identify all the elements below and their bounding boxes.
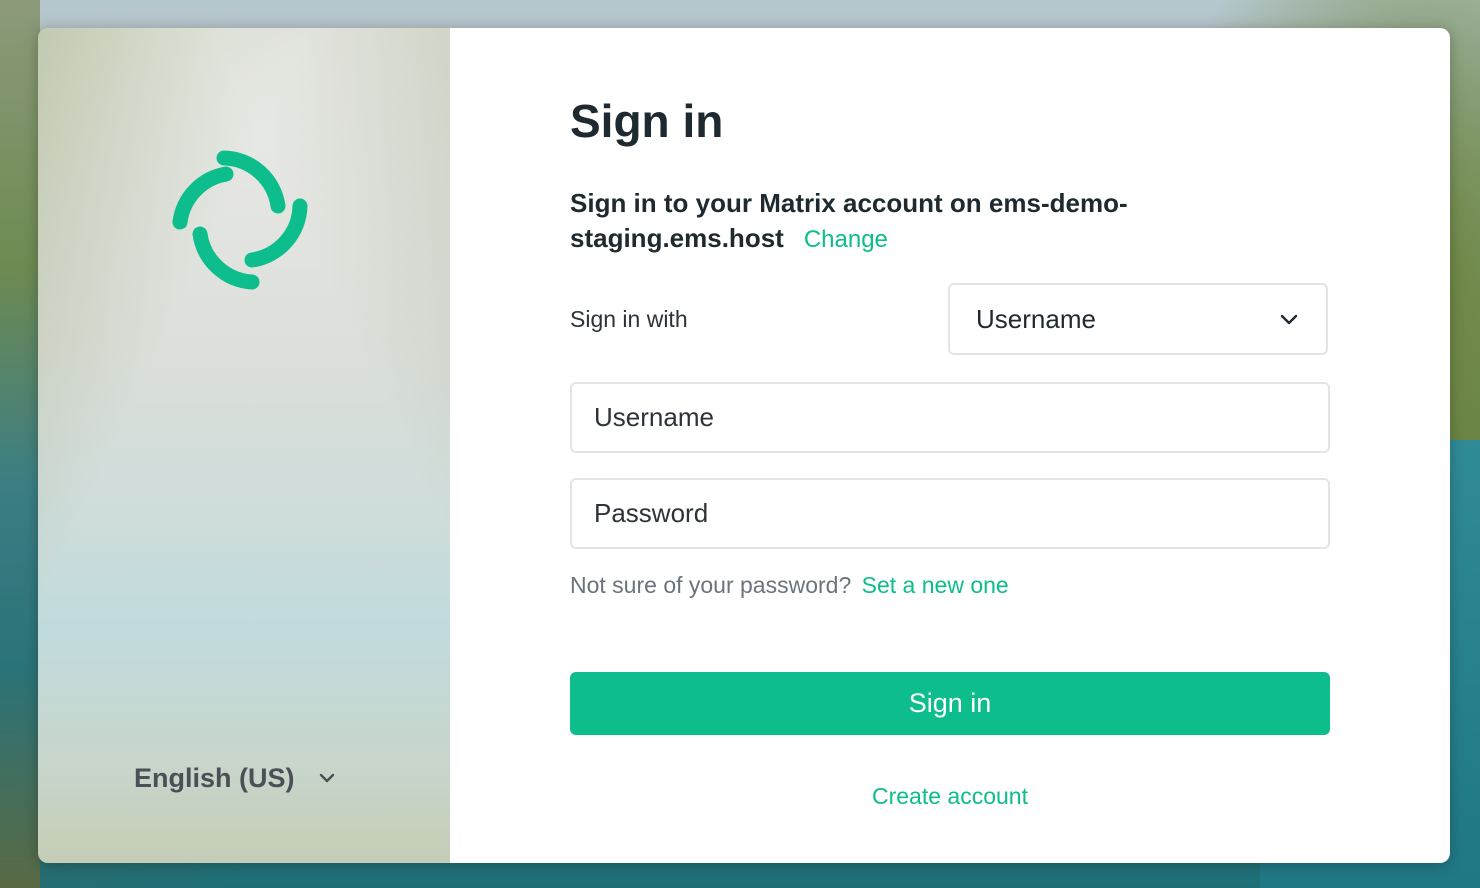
password-input[interactable]: [570, 478, 1330, 549]
sign-in-button[interactable]: Sign in: [570, 672, 1330, 735]
auth-sidebar: English (US): [38, 28, 450, 863]
element-logo-icon: [172, 150, 308, 290]
auth-panel: Sign in Sign in to your Matrix account o…: [450, 28, 1450, 863]
sign-in-with-label: Sign in with: [570, 306, 688, 332]
chevron-down-icon: [319, 773, 334, 783]
language-selector[interactable]: English (US): [134, 761, 337, 795]
reset-password-link[interactable]: Set a new one: [862, 572, 1009, 598]
forgot-password-text: Not sure of your password?: [570, 572, 852, 598]
background-shore: [0, 0, 40, 888]
language-label: English (US): [134, 762, 295, 793]
forgot-password-hint: Not sure of your password? Set a new one: [570, 572, 1009, 599]
auth-card: English (US) Sign in Sign in to your Mat…: [38, 28, 1450, 863]
login-type-value: Username: [976, 303, 1096, 334]
create-account-link[interactable]: Create account: [570, 783, 1330, 810]
username-input[interactable]: [570, 382, 1330, 453]
chevron-down-icon: [1280, 314, 1298, 325]
page-title: Sign in: [570, 95, 724, 147]
login-type-dropdown[interactable]: Username: [948, 283, 1328, 355]
server-description: Sign in to your Matrix account on ems-de…: [570, 186, 1230, 257]
change-server-link[interactable]: Change: [804, 226, 888, 253]
